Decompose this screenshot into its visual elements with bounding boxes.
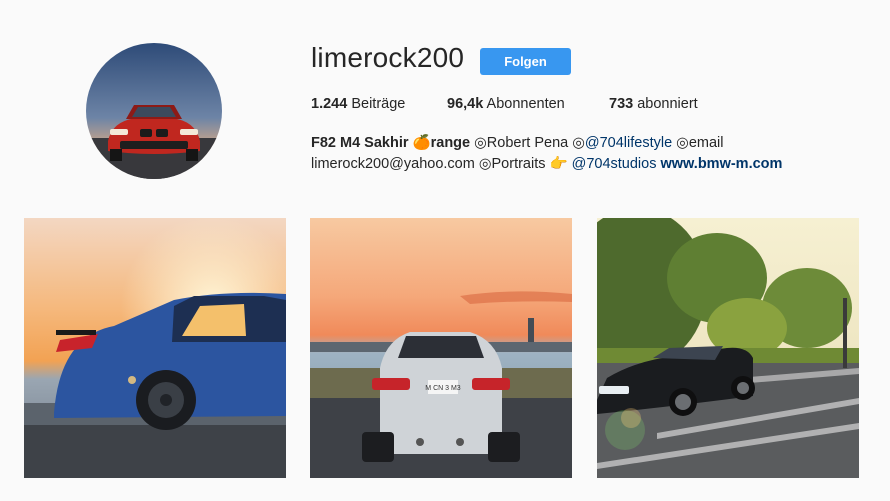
bio-website-link[interactable]: www.bmw-m.com <box>661 156 783 172</box>
stat-posts[interactable]: 1.244 Beiträge <box>311 96 405 112</box>
post-thumbnail-1[interactable] <box>24 218 286 478</box>
post-thumbnail-3[interactable] <box>597 218 859 478</box>
follow-button[interactable]: Folgen <box>480 48 571 75</box>
bio-text-1: ◎Robert Pena ◎ <box>470 135 585 151</box>
stat-followers-label: Abonnenten <box>486 96 565 112</box>
bio-text-3: limerock200@yahoo.com ◎Portraits 👉 <box>311 156 572 172</box>
bio-line-2: limerock200@yahoo.com ◎Portraits 👉 @704s… <box>311 154 851 175</box>
license-plate: M CN 3 M3 <box>425 385 461 392</box>
stat-posts-label: Beiträge <box>351 96 406 112</box>
bio-mention-704lifestyle[interactable]: @704lifestyle <box>585 135 672 151</box>
post-thumbnail-2[interactable]: M CN 3 M3 <box>310 218 572 478</box>
profile-bio: F82 M4 Sakhir 🍊range ◎Robert Pena ◎@704l… <box>311 133 851 175</box>
stat-followers-count: 96,4k <box>447 96 484 112</box>
bio-line-1: F82 M4 Sakhir 🍊range ◎Robert Pena ◎@704l… <box>311 133 851 154</box>
bio-name-rest: range <box>430 135 471 151</box>
username: limerock200 <box>311 42 465 73</box>
stat-following[interactable]: 733 abonniert <box>609 96 698 112</box>
bio-name: F82 M4 Sakhir <box>311 135 409 151</box>
orange-emoji-icon: 🍊 <box>412 135 431 151</box>
stat-followers[interactable]: 96,4k Abonnenten <box>447 96 565 112</box>
stat-posts-count: 1.244 <box>311 96 348 112</box>
stat-following-label: abonniert <box>637 96 698 112</box>
profile-avatar[interactable] <box>86 43 222 179</box>
stat-following-count: 733 <box>609 96 634 112</box>
bio-text-2: ◎email <box>672 135 724 151</box>
bio-mention-704studios[interactable]: @704studios <box>572 156 657 172</box>
